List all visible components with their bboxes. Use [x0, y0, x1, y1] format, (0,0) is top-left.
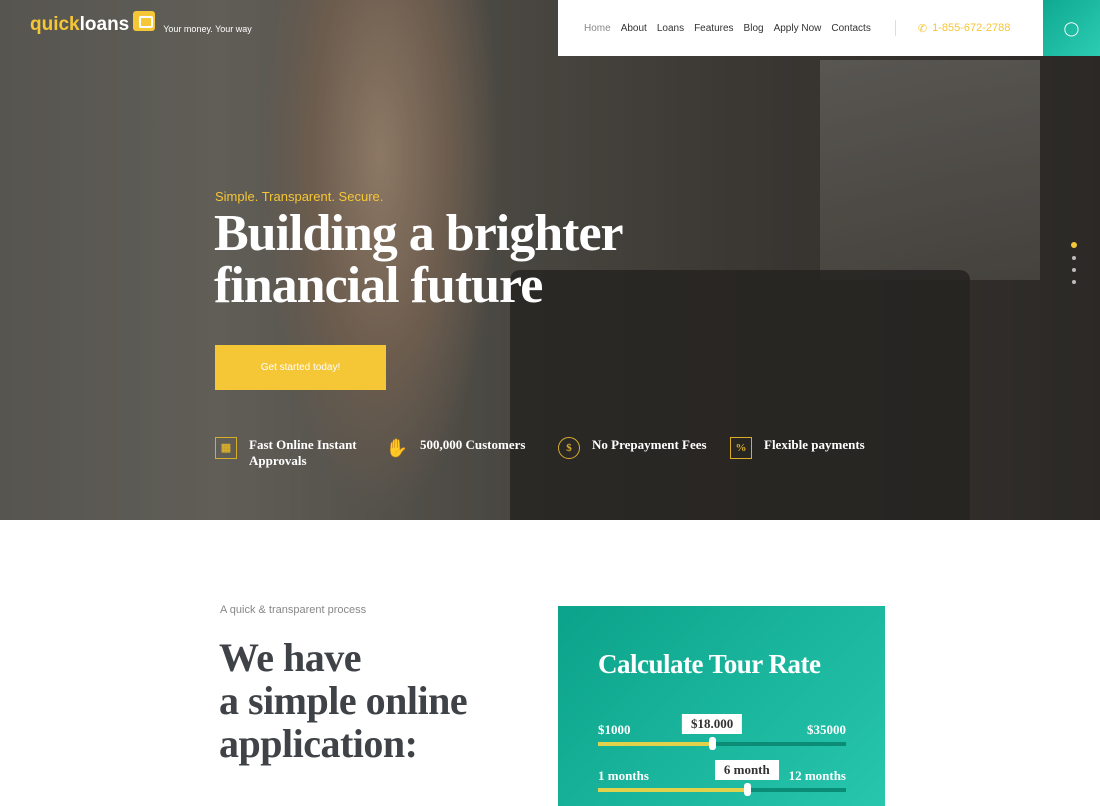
- divider: [894, 20, 896, 36]
- user-icon: ◯: [1063, 19, 1080, 36]
- feature-item: $ No Prepayment Fees: [558, 437, 707, 459]
- tagline: Your money. Your way: [163, 24, 252, 34]
- hero-kicker: Simple. Transparent. Secure.: [215, 189, 384, 204]
- nav-contacts[interactable]: Contacts: [831, 23, 870, 34]
- phone-icon: ✆: [917, 22, 928, 35]
- slide-dot[interactable]: [1072, 280, 1076, 284]
- process-title: We have a simple online application:: [219, 635, 468, 766]
- nav-apply-now[interactable]: Apply Now: [774, 23, 822, 34]
- get-started-button[interactable]: Get started today!: [215, 345, 386, 390]
- rate-calculator: Calculate Tour Rate $1000 $35000 $18.000…: [558, 606, 885, 806]
- dollar-coin-icon: $: [558, 437, 580, 459]
- term-fill: [598, 788, 747, 792]
- slide-dot[interactable]: [1072, 268, 1076, 272]
- slider-pagination: [1071, 242, 1077, 292]
- nav-home[interactable]: Home: [584, 23, 611, 34]
- slide-dot[interactable]: [1072, 256, 1076, 260]
- term-value: 6 month: [714, 760, 779, 780]
- percent-scroll-icon: %: [730, 437, 752, 459]
- nav-about[interactable]: About: [621, 23, 647, 34]
- process-subtitle: A quick & transparent process: [220, 604, 367, 616]
- amount-track[interactable]: $18.000: [598, 714, 846, 750]
- wallet-icon: [133, 11, 156, 31]
- user-account-button[interactable]: ◯: [1043, 0, 1100, 56]
- slide-dot[interactable]: [1071, 242, 1077, 248]
- amount-handle[interactable]: [709, 737, 717, 750]
- calculator-title: Calculate Tour Rate: [598, 649, 821, 679]
- logo[interactable]: quick loans Your money. Your way: [30, 11, 252, 36]
- feature-item: ▦ Fast Online Instant Approvals: [215, 437, 365, 469]
- document-icon: ▦: [215, 437, 237, 459]
- nav-blog[interactable]: Blog: [744, 23, 764, 34]
- nav-loans[interactable]: Loans: [657, 23, 684, 34]
- feature-item: ✋ 500,000 Customers: [385, 437, 526, 458]
- phone-link[interactable]: ✆ 1-855-672-2788: [918, 22, 1011, 35]
- main-nav: Home About Loans Features Blog Apply Now…: [558, 0, 1043, 56]
- term-handle[interactable]: [743, 783, 751, 796]
- feature-item: % Flexible payments: [730, 437, 865, 459]
- handshake-icon: ✋: [385, 438, 409, 458]
- hero-title: Building a brighter financial future: [214, 205, 624, 314]
- amount-fill: [598, 742, 713, 746]
- term-track[interactable]: 6 month: [598, 760, 846, 796]
- amount-value: $18.000: [681, 714, 743, 734]
- nav-features[interactable]: Features: [694, 23, 733, 34]
